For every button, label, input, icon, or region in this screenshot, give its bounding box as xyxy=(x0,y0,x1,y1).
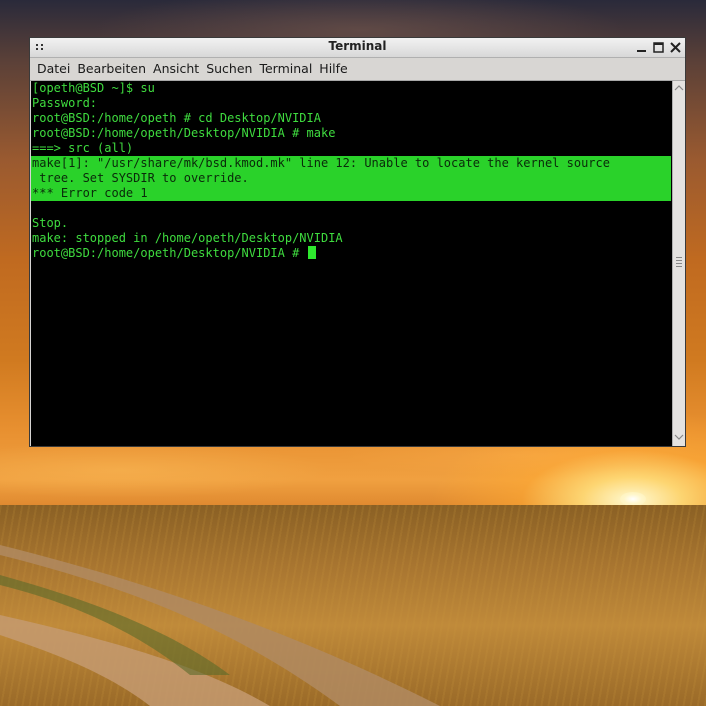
menu-suchen[interactable]: Suchen xyxy=(203,58,255,80)
menu-bearbeiten[interactable]: Bearbeiten xyxy=(74,58,149,80)
menu-bar: Datei Bearbeiten Ansicht Suchen Terminal… xyxy=(30,58,685,81)
menu-hilfe[interactable]: Hilfe xyxy=(316,58,350,80)
terminal-window[interactable]: Terminal Datei Bearbeiten Ansicht Suchen… xyxy=(29,37,686,447)
terminal-line: Stop. xyxy=(32,216,69,230)
window-title: Terminal xyxy=(328,39,387,53)
close-icon[interactable] xyxy=(669,40,682,54)
title-bar[interactable]: Terminal xyxy=(30,38,685,58)
terminal-line: Password: xyxy=(32,96,98,110)
terminal-line-selected: tree. Set SYSDIR to override. xyxy=(31,171,671,186)
menu-terminal[interactable]: Terminal xyxy=(256,58,315,80)
terminal-line: make: stopped in /home/opeth/Desktop/NVI… xyxy=(32,231,343,245)
menu-datei[interactable]: Datei xyxy=(34,58,73,80)
terminal-prompt: root@BSD:/home/opeth/Desktop/NVIDIA # xyxy=(32,246,307,260)
vertical-scrollbar[interactable] xyxy=(672,81,685,446)
menu-ansicht[interactable]: Ansicht xyxy=(150,58,202,80)
terminal-line: root@BSD:/home/opeth/Desktop/NVIDIA # ma… xyxy=(32,126,336,140)
terminal-line-selected: *** Error code 1 xyxy=(31,186,671,201)
maximize-icon[interactable] xyxy=(652,40,665,54)
minimize-icon[interactable] xyxy=(635,40,648,54)
terminal-prompt-line: root@BSD:/home/opeth/Desktop/NVIDIA # xyxy=(31,246,671,261)
terminal-output[interactable]: [opeth@BSD ~]$ su Password: root@BSD:/ho… xyxy=(31,81,671,443)
terminal-line: [opeth@BSD ~]$ su xyxy=(32,81,155,95)
terminal-line: ===> src (all) xyxy=(32,141,134,155)
desktop-field xyxy=(0,505,706,706)
scrollbar-grip[interactable] xyxy=(676,257,682,267)
sun xyxy=(620,492,646,506)
text-cursor xyxy=(307,246,316,259)
terminal-area[interactable]: [opeth@BSD ~]$ su Password: root@BSD:/ho… xyxy=(31,81,685,446)
scroll-down-icon[interactable] xyxy=(674,432,684,442)
dirt-road xyxy=(0,545,440,706)
scroll-up-icon[interactable] xyxy=(674,83,684,93)
terminal-line: root@BSD:/home/opeth # cd Desktop/NVIDIA xyxy=(32,111,321,125)
terminal-line-selected: make[1]: "/usr/share/mk/bsd.kmod.mk" lin… xyxy=(31,156,671,171)
